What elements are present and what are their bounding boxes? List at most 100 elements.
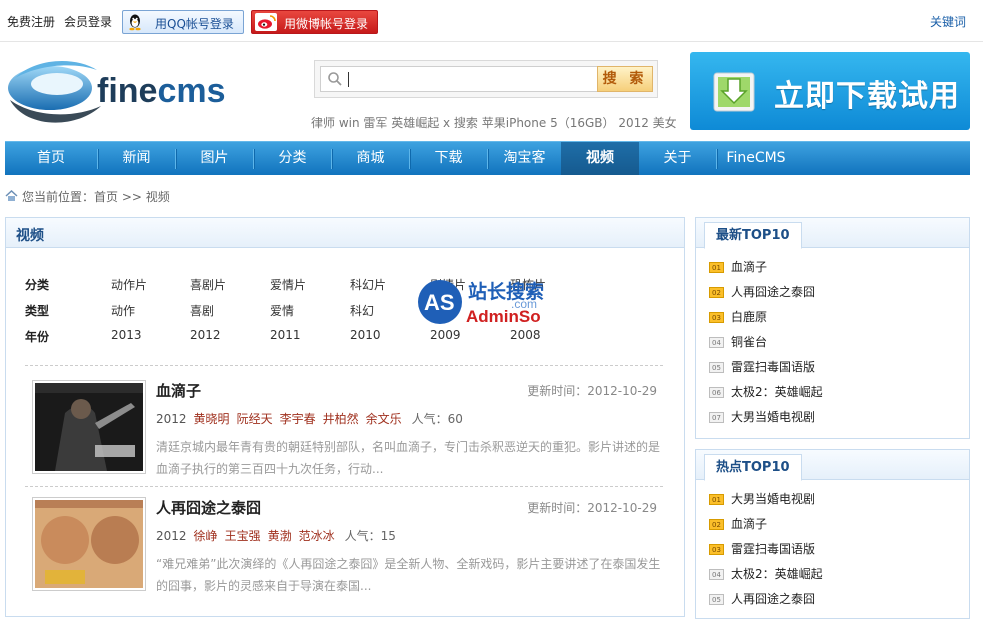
list-item[interactable]: 03 白鹿原 — [709, 305, 969, 330]
film-actor[interactable]: 余文乐 — [366, 412, 402, 426]
list-item[interactable]: 04 铜雀台 — [709, 330, 969, 355]
search-input[interactable] — [320, 66, 600, 92]
poster-image — [35, 383, 143, 471]
register-link[interactable]: 免费注册 — [7, 13, 55, 30]
rank-badge: 03 — [709, 312, 724, 323]
download-box-icon — [713, 72, 755, 112]
weibo-login-button[interactable]: 用微博帐号登录 — [251, 10, 378, 34]
list-item[interactable]: 05 雷霆扫毒国语版 — [709, 355, 969, 380]
film-actor[interactable]: 阮经天 — [237, 412, 273, 426]
site-logo[interactable]: finecms — [5, 48, 270, 138]
list-item[interactable]: 03 雷霆扫毒国语版 — [709, 537, 969, 562]
sidebar-tab-hot[interactable]: 热点TOP10 — [704, 454, 802, 481]
film-actor[interactable]: 范冰冰 — [299, 529, 335, 543]
panel-title: 视频 — [16, 228, 44, 244]
filter-option[interactable]: 动作片 — [111, 276, 147, 293]
sidebar-header: 热点TOP10 — [696, 450, 969, 481]
nav-item-mall[interactable]: 商城 — [332, 142, 409, 175]
filter-option[interactable]: 喜剧片 — [190, 276, 226, 293]
film-year: 2012 — [156, 412, 187, 426]
search-box: 搜 索 — [314, 60, 658, 98]
rank-badge: 04 — [709, 337, 724, 348]
filter-option[interactable]: 2013 — [111, 328, 142, 342]
search-icon — [328, 72, 342, 86]
list-item[interactable]: 06 太极2：英雄崛起 — [709, 380, 969, 405]
sidebar-latest-top10: 最新TOP10 01 血滴子 02 人再囧途之泰囧 03 白鹿原 04 铜雀台 05 雷霆… — [695, 217, 970, 439]
film-title[interactable]: 血滴子 — [156, 380, 201, 401]
list-item[interactable]: 02 血滴子 — [709, 512, 969, 537]
film-title[interactable]: 人再囧途之泰囧 — [156, 497, 261, 518]
nav-item-video[interactable]: 视频 — [561, 142, 639, 175]
divider — [25, 486, 663, 487]
film-updated: 更新时间：2012-10-29 — [527, 384, 657, 398]
film-actor[interactable]: 黄晓明 — [194, 412, 230, 426]
rank-badge: 04 — [709, 569, 724, 580]
film-poster[interactable] — [32, 380, 146, 474]
filter-option[interactable]: 科幻片 — [350, 276, 386, 293]
nav-item-news[interactable]: 新闻 — [98, 142, 175, 175]
film-meta: 2012 黄晓明 阮经天 李宇春 井柏然 余文乐 人气：60 — [156, 410, 463, 427]
nav-item-categories[interactable]: 分类 — [254, 142, 331, 175]
list-item[interactable]: 01 大男当婚电视剧 — [709, 487, 969, 512]
filter-option[interactable]: 科幻 — [350, 302, 374, 319]
nav-item-taobaoke[interactable]: 淘宝客 — [488, 142, 561, 175]
film-description: “难兄难弟”此次演绎的《人再囧途之泰囧》是全新人物、全新戏码，影片主要讲述了在泰… — [156, 557, 661, 593]
keywords-link[interactable]: 关键词 — [930, 13, 966, 30]
text-caret — [348, 72, 349, 87]
adminso-watermark-logo: AS 站长搜索 AdminSo .com — [418, 280, 544, 326]
film-description: 清廷京城内最年青有贵的朝廷特别部队，名叫血滴子，专门击杀釈恶逆天的重犯。影片讲述… — [156, 440, 661, 476]
filter-option[interactable]: 2009 — [430, 328, 461, 342]
search-button[interactable]: 搜 索 — [597, 66, 653, 92]
nav-item-home[interactable]: 首页 — [5, 142, 97, 175]
rank-badge: 02 — [709, 519, 724, 530]
rank-badge: 07 — [709, 412, 724, 423]
list-item[interactable]: 04 太极2：英雄崛起 — [709, 562, 969, 587]
sidebar-tab-latest[interactable]: 最新TOP10 — [704, 222, 802, 249]
sidebar-hot-top10: 热点TOP10 01 大男当婚电视剧 02 血滴子 03 雷霆扫毒国语版 04 太极2：… — [695, 449, 970, 619]
film-popularity: 人气：15 — [344, 529, 396, 543]
filter-option[interactable]: 2011 — [270, 328, 301, 342]
film-item: 血滴子 更新时间：2012-10-29 2012 黄晓明 阮经天 李宇春 井柏然 余文乐人… — [25, 380, 663, 498]
breadcrumb-text[interactable]: 您当前位置：首页 >> 视频 — [22, 190, 170, 204]
qq-login-button[interactable]: 用QQ帐号登录 — [122, 10, 244, 34]
filter-option[interactable]: 爱情 — [270, 302, 294, 319]
filter-label: 年份 — [25, 330, 50, 344]
film-actor[interactable]: 黄渤 — [268, 529, 292, 543]
film-poster[interactable] — [32, 497, 146, 591]
logo-wordmark: finecms — [97, 72, 226, 110]
film-actor[interactable]: 李宇春 — [280, 412, 316, 426]
rank-badge: 05 — [709, 594, 724, 605]
login-link[interactable]: 会员登录 — [64, 13, 112, 30]
rank-badge: 01 — [709, 494, 724, 505]
sidebar-list: 01 血滴子 02 人再囧途之泰囧 03 白鹿原 04 铜雀台 05 雷霆扫毒国语版 06… — [696, 248, 969, 430]
weibo-icon — [255, 13, 277, 31]
download-banner-label: 立即下载试用 — [774, 79, 960, 114]
film-actor[interactable]: 王宝强 — [225, 529, 261, 543]
list-item[interactable]: 07 大男当婚电视剧 — [709, 405, 969, 430]
nav-item-about[interactable]: 关于 — [639, 142, 716, 175]
nav-item-download[interactable]: 下载 — [410, 142, 487, 175]
filter-label: 类型 — [25, 304, 50, 318]
film-actor[interactable]: 井柏然 — [323, 412, 359, 426]
film-actor[interactable]: 徐峥 — [194, 529, 218, 543]
filter-option[interactable]: 喜剧 — [190, 302, 214, 319]
list-item[interactable]: 02 人再囧途之泰囧 — [709, 280, 969, 305]
download-trial-banner[interactable]: 立即下载试用 — [690, 52, 970, 130]
qq-penguin-icon — [129, 14, 141, 31]
filter-option[interactable]: 2008 — [510, 328, 541, 342]
filter-option[interactable]: 2012 — [190, 328, 221, 342]
top-bar: 免费注册 会员登录 用QQ帐号登录 用微博帐号登录 关键词 — [0, 0, 983, 42]
weibo-login-label: 用微博帐号登录 — [284, 17, 369, 31]
filter-option[interactable]: 爱情片 — [270, 276, 306, 293]
nav-item-finecms[interactable]: FineCMS — [717, 142, 795, 175]
filter-label: 分类 — [25, 278, 50, 292]
filter-option[interactable]: 2010 — [350, 328, 381, 342]
film-item: 人再囧途之泰囧 更新时间：2012-10-29 2012 徐峥 王宝强 黄渤 范冰冰 人气… — [25, 497, 663, 615]
filter-option[interactable]: 动作 — [111, 302, 135, 319]
rank-badge: 06 — [709, 387, 724, 398]
nav-item-pictures[interactable]: 图片 — [176, 142, 253, 175]
list-item[interactable]: 01 血滴子 — [709, 255, 969, 280]
list-item[interactable]: 05 人再囧途之泰囧 — [709, 587, 969, 612]
hot-search-words[interactable]: 律师 win 雷军 英雄崛起 x 搜索 苹果iPhone 5（16GB） 201… — [311, 114, 677, 131]
svg-text:.com: .com — [511, 297, 537, 311]
